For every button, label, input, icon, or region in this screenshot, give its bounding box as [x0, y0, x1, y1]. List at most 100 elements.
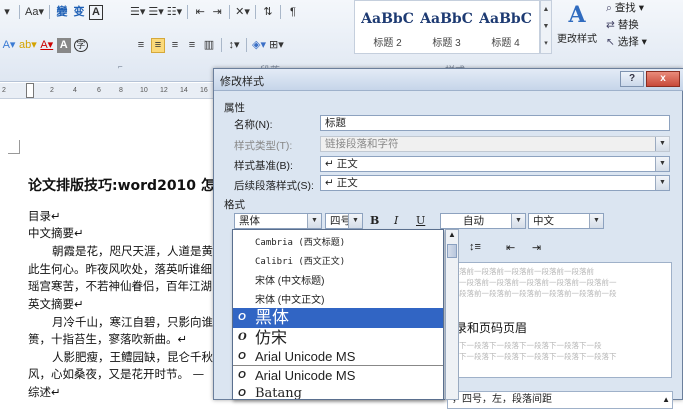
- show-marks-icon[interactable]: ¶: [286, 5, 300, 20]
- ruler-tick: 8: [119, 87, 123, 94]
- font-option-selected[interactable]: O 黑体: [233, 308, 443, 328]
- next-style-value: ↵ 正文: [325, 177, 358, 189]
- opentype-font-icon: O: [238, 388, 246, 399]
- find-icon: ⌕: [606, 2, 615, 14]
- opentype-font-icon: O: [238, 370, 246, 381]
- line-spacing-icon[interactable]: ↕▾: [227, 38, 241, 53]
- font-option[interactable]: 宋体 (中文标题): [233, 269, 443, 288]
- font-option[interactable]: O Arial Unicode MS: [233, 348, 443, 366]
- close-button[interactable]: x: [646, 71, 680, 87]
- chevron-down-icon[interactable]: ▼: [655, 176, 669, 190]
- help-button[interactable]: ?: [620, 71, 644, 87]
- decrease-indent-icon[interactable]: ⇤: [193, 5, 207, 20]
- name-label: 名称(N):: [234, 119, 273, 131]
- font-option[interactable]: Cambria (西文标题): [233, 231, 443, 250]
- enclose-char-icon[interactable]: 字: [73, 38, 88, 52]
- style-base-select[interactable]: ↵ 正文 ▼: [320, 156, 670, 172]
- margin-marker: [8, 140, 20, 154]
- chevron-down-icon[interactable]: ▾: [0, 5, 14, 20]
- document-page[interactable]: 论文排版技巧:word2010 怎 目录↵ 中文摘要↵ 朝霞是花，咫尺天涯，人道…: [0, 100, 220, 400]
- select-icon: ↖: [606, 36, 618, 48]
- bold-button[interactable]: B: [370, 214, 379, 227]
- underline-button[interactable]: U: [416, 214, 425, 227]
- next-style-select[interactable]: ↵ 正文 ▼: [320, 175, 670, 191]
- font-option[interactable]: O Batang: [233, 385, 443, 399]
- style-sample: AaBbC: [479, 11, 532, 27]
- ruler-tick: 16: [200, 87, 208, 94]
- editing-group: ⌕ 查找 ▾ ⇄ 替换 ↖ 选择 ▾: [606, 0, 683, 54]
- script-select[interactable]: 中文 ▼: [528, 213, 604, 229]
- opentype-font-icon: O: [238, 312, 246, 323]
- increase-indent-icon[interactable]: ⇥: [210, 5, 224, 20]
- text-effect-icon[interactable]: A▾: [2, 38, 16, 53]
- color-value: 自动: [463, 215, 484, 227]
- justify-icon[interactable]: ≡: [185, 38, 199, 53]
- change-styles-button[interactable]: A 更改样式: [555, 2, 599, 52]
- distributed-icon[interactable]: ▥: [202, 38, 216, 53]
- font-option-label: Cambria (西文标题): [255, 238, 346, 248]
- separator: [187, 5, 189, 19]
- phonetic-guide-icon[interactable]: 變: [55, 5, 69, 20]
- font-option[interactable]: O 仿宋: [233, 328, 443, 348]
- highlight-icon[interactable]: ab▾: [19, 38, 37, 53]
- ruler-tick: 4: [73, 87, 77, 94]
- ruler-tick: 14: [180, 87, 188, 94]
- chevron-down-icon[interactable]: ▼: [655, 157, 669, 171]
- sort-icon[interactable]: ⇅: [261, 5, 275, 20]
- font-option[interactable]: Calibri (西文正文): [233, 250, 443, 269]
- color-select[interactable]: 自动 ▼: [440, 213, 526, 229]
- char-shade-icon[interactable]: A: [56, 37, 71, 53]
- font-option-label: 黑体: [255, 308, 289, 327]
- bullets-icon[interactable]: ☰▾: [130, 5, 145, 20]
- align-right-icon[interactable]: ≡: [168, 38, 182, 53]
- align-left-icon[interactable]: ≡: [134, 38, 148, 53]
- font-option[interactable]: O Arial Unicode MS: [233, 367, 443, 385]
- font-dropdown-list[interactable]: Cambria (西文标题) Calibri (西文正文) 宋体 (中文标题) …: [232, 229, 444, 400]
- document-line: 风，心如桑夜，又是花开时节。 —: [28, 367, 205, 381]
- multilevel-list-icon[interactable]: ☷▾: [167, 5, 182, 20]
- chevron-down-icon[interactable]: ▼: [589, 214, 603, 228]
- find-button[interactable]: ⌕ 查找 ▾: [606, 0, 683, 17]
- decrease-indent-icon[interactable]: ⇤: [506, 241, 515, 254]
- style-heading-3[interactable]: AaBbC 标题 3: [418, 7, 475, 51]
- dialog-titlebar[interactable]: 修改样式 ? x: [214, 69, 683, 91]
- change-styles-label: 更改样式: [557, 34, 597, 45]
- font-option-label: Arial Unicode MS: [255, 349, 356, 364]
- indent-marker-icon[interactable]: [26, 83, 34, 98]
- font-dialog-launcher[interactable]: ⌐: [118, 62, 123, 71]
- replace-button[interactable]: ⇄ 替换: [606, 17, 683, 34]
- italic-button[interactable]: I: [394, 214, 398, 227]
- increase-indent-icon[interactable]: ⇥: [532, 241, 541, 254]
- chevron-down-icon[interactable]: ▼: [307, 214, 321, 228]
- paragraph-row-1: ☰▾ ☰▾ ☷▾ ⇤ ⇥ ✕▾ ⇅ ¶: [130, 3, 300, 21]
- gallery-scroll[interactable]: ▲ ▼ ▾: [540, 0, 552, 54]
- font-size-button[interactable]: Aa▾: [25, 5, 44, 20]
- size-select[interactable]: 四号 ▼: [325, 213, 363, 229]
- style-heading-2[interactable]: AaBbC 标题 2: [359, 7, 416, 51]
- character-shading-icon[interactable]: A: [88, 4, 103, 20]
- chinese-layout-icon[interactable]: ✕▾: [235, 5, 250, 20]
- shading-icon[interactable]: ◈▾: [252, 38, 266, 53]
- borders-icon[interactable]: ⊞▾: [269, 38, 284, 53]
- font-option-label: 仿宋: [255, 328, 288, 347]
- style-sample: AaBbC: [420, 11, 473, 27]
- scroll-up-icon[interactable]: ▲: [448, 230, 456, 239]
- character-border-icon[interactable]: 变: [72, 5, 86, 20]
- scroll-thumb[interactable]: [447, 244, 457, 258]
- font-option[interactable]: 宋体 (中文正文): [233, 288, 443, 307]
- scroll-up-icon[interactable]: ▲: [662, 392, 670, 408]
- align-center-icon[interactable]: ≡: [151, 37, 165, 53]
- font-list-scrollbar[interactable]: ▲: [445, 229, 459, 400]
- numbering-icon[interactable]: ☰▾: [148, 5, 163, 20]
- chevron-down-icon[interactable]: ▼: [348, 214, 362, 228]
- ruler[interactable]: 2 2 4 6 8 10 12 14 16: [0, 83, 220, 99]
- font-color-icon[interactable]: A▾: [40, 38, 54, 53]
- name-input[interactable]: 标题: [320, 115, 670, 131]
- chevron-down-icon[interactable]: ▼: [511, 214, 525, 228]
- style-type-select: 链接段落和字符 ▼: [320, 136, 670, 152]
- style-heading-4[interactable]: AaBbC 标题 4: [477, 7, 534, 51]
- select-button[interactable]: ↖ 选择 ▾: [606, 34, 683, 51]
- line-spacing-icon[interactable]: ↕≡: [469, 241, 481, 253]
- font-select[interactable]: 黑体 ▼: [234, 213, 322, 229]
- replace-icon: ⇄: [606, 19, 618, 31]
